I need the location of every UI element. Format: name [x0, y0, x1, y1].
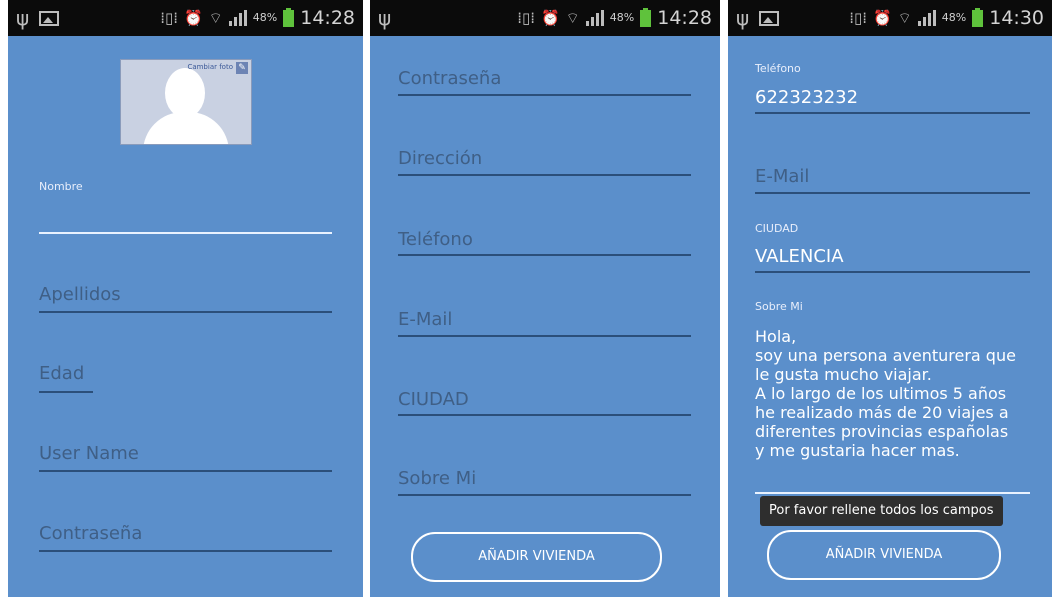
sobre-mi-line: A lo largo de los ultimos 5 años [755, 384, 1007, 403]
sobre-mi-label: Sobre Mi [755, 300, 803, 313]
edad-underline [39, 391, 93, 393]
contrasena-field[interactable]: Contraseña [39, 523, 332, 553]
wifi-icon: ⌔ [565, 9, 580, 27]
change-photo-label[interactable]: Cambiar foto [187, 63, 233, 71]
sobre-mi-line: he realizado más de 20 viajes a [755, 403, 1009, 422]
telefono-label: Teléfono [755, 62, 801, 75]
sobre-mi-placeholder: Sobre Mi [398, 468, 477, 489]
ciudad-placeholder: CIUDAD [398, 389, 469, 410]
contrasena-placeholder: Contraseña [398, 68, 502, 89]
gallery-icon [759, 10, 780, 26]
sobre-mi-line: diferentes provincias españolas [755, 422, 1009, 441]
contrasena-field[interactable]: Contraseña [398, 68, 691, 98]
avatar-body [143, 112, 229, 144]
ciudad-field[interactable]: CIUDAD [398, 389, 691, 419]
email-field[interactable]: E-Mail [398, 309, 691, 339]
avatar-head [165, 68, 205, 118]
signal-icon [585, 10, 604, 26]
user-name-placeholder: User Name [39, 443, 139, 464]
gallery-icon [39, 10, 60, 26]
clock: 14:28 [300, 7, 355, 29]
apellidos-field[interactable]: Apellidos [39, 284, 332, 314]
usb-icon: ψ [736, 6, 750, 30]
edad-field[interactable]: Edad [39, 363, 97, 395]
edad-placeholder: Edad [39, 363, 85, 384]
ciudad-field[interactable]: CIUDAD VALENCIA [755, 222, 1030, 276]
wifi-icon: ⌔ [897, 9, 912, 27]
email-underline [398, 335, 691, 337]
email-field[interactable]: E-Mail [755, 166, 1030, 196]
alarm-icon: ⏰ [872, 9, 892, 27]
apellidos-placeholder: Apellidos [39, 284, 121, 305]
user-name-underline [39, 470, 332, 472]
vibrate-icon: ⁞▯⁞ [160, 9, 178, 27]
status-bar: ψ ⁞▯⁞ ⏰ ⌔ 48% 14:30 [728, 0, 1052, 36]
contrasena-placeholder: Contraseña [39, 523, 143, 544]
validation-toast: Por favor rellene todos los campos [760, 496, 1003, 526]
sobre-mi-label-wrap: Sobre Mi [755, 300, 1030, 320]
contrasena-underline [398, 94, 691, 96]
clock: 14:28 [657, 7, 712, 29]
sobre-mi-line: y me gustaria hacer mas. [755, 441, 960, 460]
edit-icon[interactable]: ✎ [236, 62, 248, 74]
email-placeholder: E-Mail [755, 166, 810, 187]
status-bar: ψ ⁞▯⁞ ⏰ ⌔ 48% 14:28 [8, 0, 363, 36]
sobre-mi-underline [755, 492, 1030, 494]
nombre-field[interactable]: Nombre [39, 178, 332, 236]
sobre-mi-underline [398, 494, 691, 496]
contrasena-underline [39, 550, 332, 552]
battery-percent: 48% [252, 11, 278, 24]
sobre-mi-line: le gusta mucho viajar. [755, 365, 932, 384]
nombre-underline [39, 232, 332, 234]
screen-1: ψ ⁞▯⁞ ⏰ ⌔ 48% 14:28 Cambiar foto ✎ Nombr… [8, 0, 363, 597]
battery-charging-icon [972, 7, 984, 27]
battery-percent: 48% [941, 11, 967, 24]
direccion-underline [398, 174, 691, 176]
ciudad-underline [755, 271, 1030, 273]
sobre-mi-line: Hola, [755, 327, 797, 346]
alarm-icon: ⏰ [540, 9, 560, 27]
email-placeholder: E-Mail [398, 309, 453, 330]
battery-percent: 48% [609, 11, 635, 24]
ciudad-value[interactable]: VALENCIA [755, 246, 844, 267]
vibrate-icon: ⁞▯⁞ [517, 9, 535, 27]
wifi-icon: ⌔ [208, 9, 223, 27]
ciudad-underline [398, 414, 691, 416]
add-vivienda-button[interactable]: AÑADIR VIVIENDA [411, 532, 662, 582]
telefono-underline [755, 112, 1030, 114]
nombre-label: Nombre [39, 180, 83, 193]
usb-icon: ψ [378, 6, 392, 30]
alarm-icon: ⏰ [183, 9, 203, 27]
battery-charging-icon [283, 7, 295, 27]
ciudad-label: CIUDAD [755, 222, 799, 235]
battery-charging-icon [640, 7, 652, 27]
sobre-mi-line: soy una persona aventurera que [755, 346, 1016, 365]
sobre-mi-textarea[interactable]: Hola, soy una persona aventurera que le … [755, 327, 1035, 460]
screen-2: ψ ⁞▯⁞ ⏰ ⌔ 48% 14:28 Contraseña Dirección… [370, 0, 720, 597]
telefono-field[interactable]: Teléfono [398, 229, 691, 259]
sobre-mi-field[interactable]: Sobre Mi [398, 468, 691, 498]
direccion-placeholder: Dirección [398, 148, 483, 169]
email-underline [755, 192, 1030, 194]
direccion-field[interactable]: Dirección [398, 148, 691, 178]
usb-icon: ψ [16, 6, 30, 30]
clock: 14:30 [989, 7, 1044, 29]
telefono-underline [398, 254, 691, 256]
signal-icon [228, 10, 247, 26]
signal-icon [917, 10, 936, 26]
telefono-placeholder: Teléfono [398, 229, 473, 250]
profile-photo[interactable]: Cambiar foto ✎ [120, 59, 252, 145]
telefono-field[interactable]: Teléfono 622323232 [755, 62, 1030, 116]
add-vivienda-button[interactable]: AÑADIR VIVIENDA [767, 530, 1001, 580]
apellidos-underline [39, 311, 332, 313]
screen-3: ψ ⁞▯⁞ ⏰ ⌔ 48% 14:30 Teléfono 622323232 E… [728, 0, 1052, 597]
status-bar: ψ ⁞▯⁞ ⏰ ⌔ 48% 14:28 [370, 0, 720, 36]
vibrate-icon: ⁞▯⁞ [849, 9, 867, 27]
telefono-value[interactable]: 622323232 [755, 87, 858, 108]
user-name-field[interactable]: User Name [39, 443, 332, 473]
